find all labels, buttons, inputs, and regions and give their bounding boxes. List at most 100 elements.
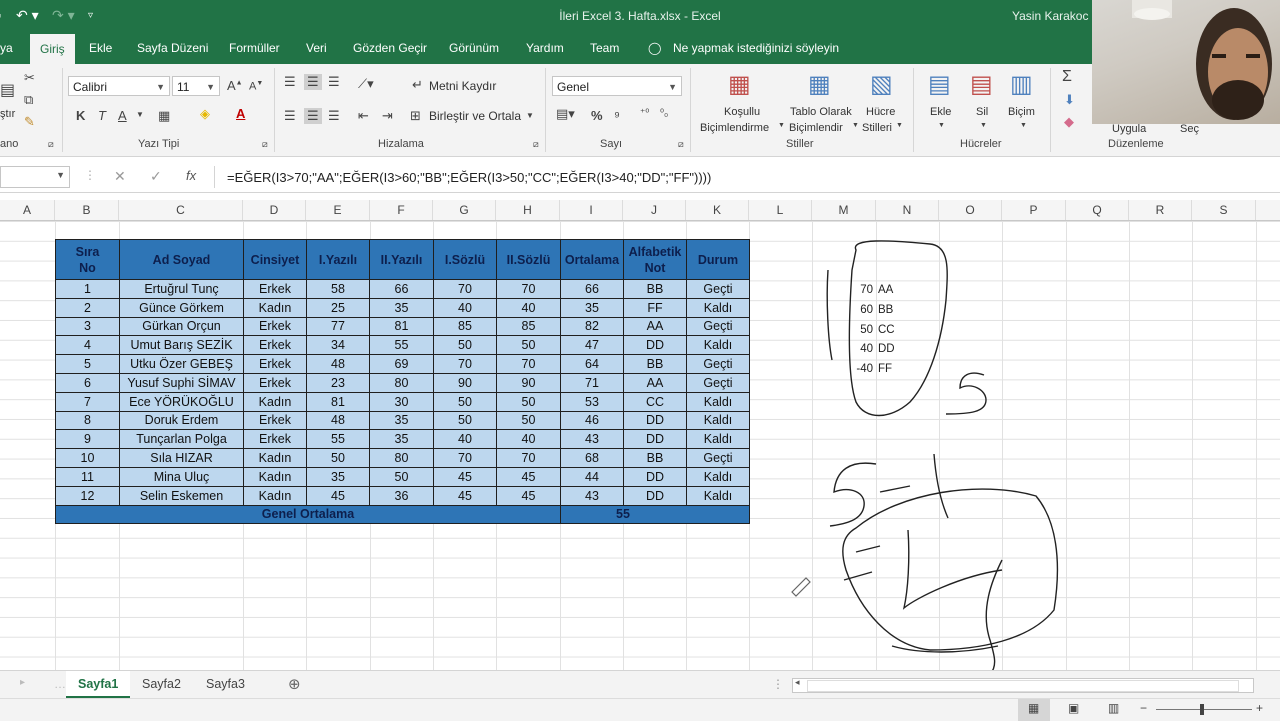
table-cell[interactable]: 11 [55,466,120,487]
format-table-icon[interactable]: ▦ [808,70,831,99]
column-header-m[interactable]: M [812,200,876,220]
table-cell[interactable]: 50 [496,335,561,356]
table-cell[interactable]: 80 [369,448,434,468]
table-cell[interactable]: DD [623,466,687,487]
name-box[interactable]: ▼ [0,166,70,188]
table-cell[interactable]: 35 [306,466,370,487]
zoom-slider-thumb[interactable] [1200,704,1204,715]
comma-style-icon[interactable]: ⁹ [614,108,620,124]
table-cell[interactable]: 81 [306,391,370,412]
currency-icon[interactable]: ▤▾ [556,106,575,122]
chevron-down-icon[interactable]: ▼ [526,111,534,120]
format-cells-button[interactable]: Biçim [1008,104,1035,120]
table-cell[interactable]: 68 [560,448,624,468]
paste-icon[interactable]: ▤ [0,80,15,100]
table-cell[interactable]: 48 [306,410,370,431]
table-cell[interactable]: 85 [433,316,497,337]
zoom-slider[interactable] [1156,709,1252,710]
table-cell[interactable]: Kaldı [686,429,750,450]
header-cell[interactable]: Sıra No [55,239,120,280]
header-cell[interactable]: II.Yazılı [369,239,434,280]
table-cell[interactable]: CC [623,391,687,412]
align-left-icon[interactable]: ☰ [284,108,296,124]
enter-icon[interactable]: ✓ [150,168,162,185]
column-header-h[interactable]: H [496,200,560,220]
column-header-g[interactable]: G [433,200,496,220]
cell-styles-line1[interactable]: Hücre [866,104,895,120]
tab-file[interactable]: ya [0,41,13,55]
table-cell[interactable]: 45 [433,466,497,487]
table-cell[interactable]: 23 [306,372,370,393]
table-cell[interactable]: 45 [306,485,370,506]
table-cell[interactable]: 82 [560,316,624,337]
header-cell[interactable]: I.Yazılı [306,239,370,280]
tell-me-box[interactable]: Ne yapmak istediğinizi söyleyin [673,41,839,55]
cancel-icon[interactable]: ✕ [114,168,126,185]
table-cell[interactable]: 35 [560,297,624,318]
clear-icon[interactable]: ◆ [1064,114,1074,130]
table-cell[interactable]: AA [623,372,687,393]
align-middle-icon[interactable]: ☰ [304,74,322,90]
column-header-c[interactable]: C [119,200,243,220]
split-handle-icon[interactable]: ⋮ [772,677,784,691]
table-cell[interactable]: DD [623,335,687,356]
table-cell[interactable]: 43 [560,485,624,506]
table-cell[interactable]: Geçti [686,372,750,393]
zoom-out-icon[interactable]: − [1140,701,1147,715]
header-cell[interactable]: Durum [686,239,750,280]
table-cell[interactable]: 77 [306,316,370,337]
table-cell[interactable]: 35 [369,410,434,431]
column-header-p[interactable]: P [1002,200,1066,220]
chevron-down-icon[interactable]: ▼ [1020,122,1027,129]
page-layout-view-icon[interactable]: ▣ [1068,701,1079,715]
merge-center-button[interactable]: Birleştir ve Ortala [429,108,521,124]
table-cell[interactable]: Kaldı [686,466,750,487]
table-cell[interactable]: Erkek [243,410,307,431]
table-cell[interactable]: Yusuf Suphi SİMAV [119,372,244,393]
table-cell[interactable]: 5 [55,354,120,374]
format-painter-icon[interactable]: ✎ [24,114,35,130]
table-cell[interactable]: Kadın [243,297,307,318]
table-cell[interactable]: 70 [433,279,497,299]
tab-formulas[interactable]: Formüller [229,41,280,55]
cell-styles-line2[interactable]: Stilleri [862,120,892,136]
table-cell[interactable]: 66 [369,279,434,299]
decrease-decimal-icon[interactable]: ⁰₀ [660,108,668,119]
header-cell[interactable]: I.Sözlü [433,239,497,280]
table-cell[interactable]: Erkek [243,335,307,356]
header-cell[interactable]: Ortalama [560,239,624,280]
zoom-in-icon[interactable]: + [1256,701,1263,715]
paste-label[interactable]: ştır [0,106,15,122]
fill-color-icon[interactable]: ◈ [200,106,210,122]
table-cell[interactable]: 50 [433,391,497,412]
decrease-indent-icon[interactable]: ⇤ [358,108,369,124]
table-cell[interactable]: Geçti [686,316,750,337]
table-cell[interactable]: 50 [306,448,370,468]
table-cell[interactable]: 12 [55,485,120,506]
table-cell[interactable]: 50 [369,466,434,487]
column-header-s[interactable]: S [1192,200,1256,220]
chevron-down-icon[interactable]: ▼ [852,122,859,129]
copy-icon[interactable]: ⧉ [24,92,33,108]
table-cell[interactable]: Kadın [243,448,307,468]
chevron-down-icon[interactable]: ▼ [980,122,987,129]
conditional-format-icon[interactable]: ▦ [728,70,751,99]
align-center-icon[interactable]: ☰ [304,108,322,124]
underline-button[interactable]: A [118,108,127,123]
header-cell[interactable]: Alfabetik Not [623,239,687,280]
table-cell[interactable]: Gürkan Orçun [119,316,244,337]
table-cell[interactable]: Erkek [243,316,307,337]
table-cell[interactable]: 4 [55,335,120,356]
table-cell[interactable]: Umut Barış SEZİK [119,335,244,356]
table-cell[interactable]: Kadın [243,466,307,487]
bold-button[interactable]: K [76,108,85,123]
insert-cells-button[interactable]: Ekle [930,104,951,120]
table-cell[interactable]: 8 [55,410,120,431]
chevron-down-icon[interactable]: ▼ [896,122,903,129]
dialog-launcher-icon[interactable]: ⧄ [48,139,54,150]
column-header-a[interactable]: A [0,200,55,220]
horizontal-scrollbar[interactable]: ◂ [792,677,1254,693]
table-cell[interactable]: 2 [55,297,120,318]
dialog-launcher-icon[interactable]: ⧄ [678,139,684,150]
table-cell[interactable]: 34 [306,335,370,356]
